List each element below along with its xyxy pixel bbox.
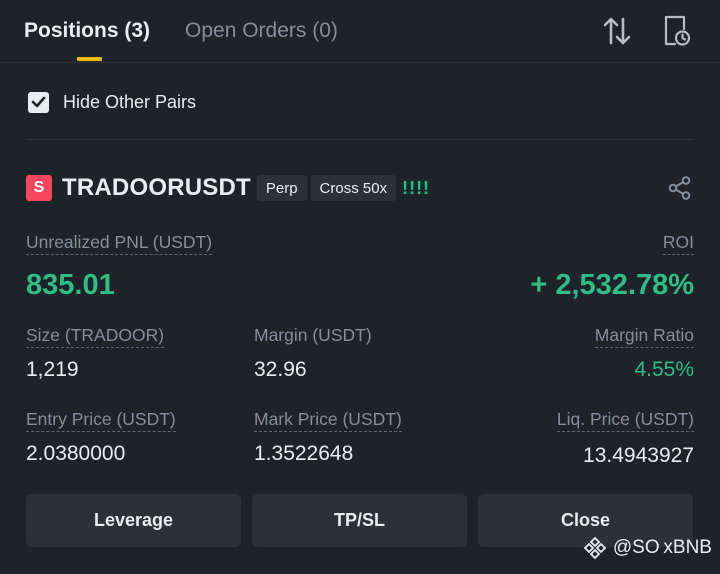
- hide-other-pairs-label: Hide Other Pairs: [63, 91, 197, 112]
- signal-indicator: !!!!: [402, 177, 431, 198]
- leverage-button[interactable]: Leverage: [26, 494, 241, 547]
- tp-sl-button[interactable]: TP/SL: [252, 494, 467, 547]
- short-side-badge: S: [26, 175, 52, 201]
- divider: [26, 139, 694, 140]
- margin-value: 32.96: [254, 358, 307, 381]
- tab-open-orders[interactable]: Open Orders (0): [185, 18, 338, 44]
- tab-positions[interactable]: Positions (3): [24, 18, 150, 44]
- margin-ratio-label[interactable]: Margin Ratio: [594, 324, 694, 348]
- size-label[interactable]: Size (TRADOOR): [26, 324, 165, 348]
- contract-type-tag: Perp: [256, 175, 307, 201]
- roi-value: + 2,532.78%: [530, 269, 694, 301]
- unrealized-pnl-label[interactable]: Unrealized PNL (USDT): [26, 231, 213, 255]
- liq-price-value: 13.4943927: [583, 444, 694, 467]
- symbol-name[interactable]: TRADOORUSDT: [62, 174, 251, 202]
- binance-square-icon: [583, 536, 607, 560]
- entry-price-label[interactable]: Entry Price (USDT): [26, 408, 176, 432]
- unrealized-pnl-value: 835.01: [26, 269, 115, 301]
- size-value: 1,219: [26, 358, 79, 381]
- checkbox[interactable]: [28, 91, 49, 113]
- active-tab-indicator: [77, 57, 102, 61]
- margin-ratio-value: 4.55%: [634, 358, 694, 381]
- positions-panel: Positions (3) Open Orders (0) Hide Other…: [0, 0, 720, 574]
- entry-price-value: 2.0380000: [26, 442, 126, 465]
- roi-label[interactable]: ROI: [662, 231, 694, 255]
- checkmark-icon: [31, 96, 46, 108]
- mark-price-value: 1.3522648: [254, 442, 354, 465]
- margin-mode-tag[interactable]: Cross 50x: [310, 175, 397, 201]
- liq-price-label[interactable]: Liq. Price (USDT): [556, 408, 694, 432]
- share-icon[interactable]: [667, 175, 693, 201]
- document-clock-icon[interactable]: [662, 14, 692, 48]
- hide-other-pairs-toggle[interactable]: Hide Other Pairs: [28, 90, 196, 114]
- mark-price-label[interactable]: Mark Price (USDT): [254, 408, 402, 432]
- tab-bar: Positions (3) Open Orders (0): [0, 0, 720, 63]
- watermark: @SO xBNB: [583, 536, 712, 560]
- position-header: S TRADOORUSDT Perp Cross 50x !!!!: [26, 173, 430, 203]
- sort-arrows-icon[interactable]: [602, 15, 632, 47]
- margin-label: Margin (USDT): [254, 325, 372, 345]
- watermark-text: @SO xBNB: [612, 537, 712, 558]
